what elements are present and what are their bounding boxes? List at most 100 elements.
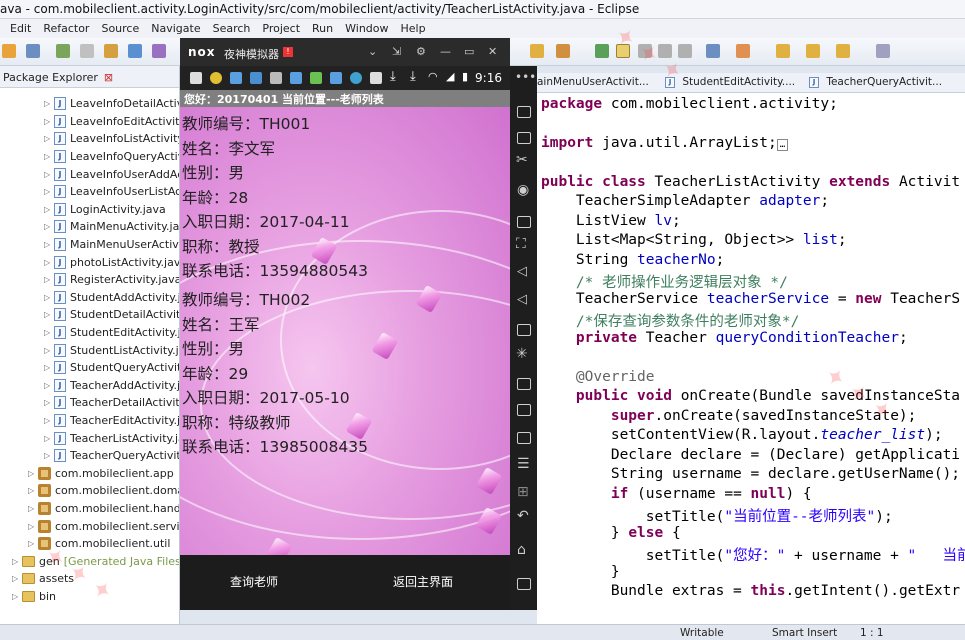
list-item[interactable]: 教师编号：TH001 姓名：李文军 性别：男 年龄：28 入职日期：2017-0…: [182, 112, 368, 284]
pin-icon[interactable]: ⇲: [392, 45, 401, 58]
tree-item-java-file[interactable]: ▷ J StudentQueryActivity.: [44, 359, 179, 377]
menu-edit[interactable]: Edit: [10, 22, 31, 35]
tree-item-package[interactable]: ▷ com.mobileclient.util: [28, 535, 170, 553]
toolbar-icon[interactable]: [595, 44, 609, 58]
expand-arrow-icon[interactable]: ▷: [44, 134, 54, 143]
expand-arrow-icon[interactable]: ▷: [44, 205, 54, 214]
expand-arrow-icon[interactable]: ▷: [44, 398, 54, 407]
toolbar-icon[interactable]: [128, 44, 142, 58]
editor-tab[interactable]: J TeacherQueryActivit...: [809, 76, 942, 88]
menu-source[interactable]: Source: [101, 22, 139, 35]
tree-item-java-file[interactable]: ▷ J LeaveInfoListActivity.: [44, 130, 179, 148]
close-icon[interactable]: ✕: [488, 45, 497, 58]
menu-project[interactable]: Project: [262, 22, 300, 35]
list-item[interactable]: 教师编号：TH002 姓名：王军 性别：男 年龄：29 入职日期：2017-05…: [182, 288, 368, 460]
tree-item-package[interactable]: ▷ com.mobileclient.app: [28, 465, 174, 483]
expand-arrow-icon[interactable]: ▷: [44, 293, 54, 302]
expand-arrow-icon[interactable]: ▷: [12, 557, 22, 566]
toolbar-icon[interactable]: [104, 44, 118, 58]
tree-item-java-file[interactable]: ▷ J TeacherEditActivity.ja: [44, 412, 179, 430]
toolbar-icon[interactable]: [706, 44, 720, 58]
controller-icon[interactable]: ⊞: [517, 484, 529, 500]
expand-arrow-icon[interactable]: ▷: [12, 592, 22, 601]
shake-icon[interactable]: [517, 106, 531, 118]
menu-run[interactable]: Run: [312, 22, 333, 35]
back-icon[interactable]: ↶: [517, 508, 529, 524]
expand-arrow-icon[interactable]: ▷: [44, 117, 54, 126]
expand-arrow-icon[interactable]: ▷: [28, 469, 38, 478]
tree-item-java-file[interactable]: ▷ J TeacherAddActivity.ja: [44, 377, 179, 395]
record-icon[interactable]: [517, 404, 531, 416]
fullscreen-icon[interactable]: ⛶: [516, 236, 526, 252]
gear-icon[interactable]: ⚙: [416, 45, 426, 58]
install-icon[interactable]: [517, 324, 531, 336]
expand-arrow-icon[interactable]: ▷: [28, 539, 38, 548]
dropdown-icon[interactable]: ⌄: [368, 45, 377, 58]
expand-arrow-icon[interactable]: ▷: [44, 152, 54, 161]
expand-arrow-icon[interactable]: ▷: [44, 240, 54, 249]
open-folder-icon[interactable]: [530, 44, 544, 58]
tree-item-gen-folder[interactable]: ▷ gen [Generated Java Files]: [12, 553, 179, 571]
menu-window[interactable]: Window: [345, 22, 388, 35]
expand-arrow-icon[interactable]: ▷: [44, 187, 54, 196]
expand-arrow-icon[interactable]: ▷: [28, 486, 38, 495]
tree-item-package[interactable]: ▷ com.mobileclient.domai: [28, 482, 179, 500]
expand-arrow-icon[interactable]: ▷: [44, 451, 54, 460]
screenshot-icon[interactable]: [517, 132, 531, 144]
forward-arrow-icon[interactable]: [836, 44, 850, 58]
editor-tab[interactable]: ainMenuUserActivit...: [537, 76, 649, 88]
loading-icon[interactable]: ✳: [516, 346, 528, 362]
package-explorer-tab[interactable]: Package Explorer ⊠: [0, 66, 179, 88]
return-main-button[interactable]: 返回主界面: [393, 573, 453, 590]
expand-arrow-icon[interactable]: ▷: [44, 99, 54, 108]
toolbar-icon[interactable]: [658, 44, 672, 58]
expand-arrow-icon[interactable]: ▷: [44, 363, 54, 372]
tree-item-java-file[interactable]: ▷ J MainMenuActivity.jav: [44, 218, 179, 236]
tree-item-package[interactable]: ▷ com.mobileclient.service: [28, 517, 179, 535]
scissors-icon[interactable]: ✂: [516, 152, 528, 168]
tree-item-assets-folder[interactable]: ▷ assets: [12, 570, 74, 588]
expand-arrow-icon[interactable]: ▷: [44, 258, 54, 267]
expand-arrow-icon[interactable]: ▷: [44, 222, 54, 231]
tree-item-java-file[interactable]: ▷ J LeaveInfoUserListAct: [44, 183, 179, 201]
expand-arrow-icon[interactable]: ▷: [44, 275, 54, 284]
tree-item-bin-folder[interactable]: ▷ bin: [12, 588, 56, 606]
tree-item-java-file[interactable]: ▷ J RegisterActivity.java: [44, 271, 179, 289]
tree-item-java-file[interactable]: ▷ J LeaveInfoEditActivity: [44, 113, 179, 131]
tree-item-java-file[interactable]: ▷ J StudentDetailActivity.: [44, 306, 179, 324]
expand-arrow-icon[interactable]: ▷: [44, 381, 54, 390]
tree-item-java-file[interactable]: ▷ J TeacherQueryActivity: [44, 447, 179, 465]
home-icon[interactable]: ⌂: [517, 542, 526, 558]
close-icon[interactable]: ⊠: [104, 71, 113, 84]
tree-item-java-file[interactable]: ▷ J LoginActivity.java: [44, 201, 166, 219]
keyboard-icon[interactable]: [517, 216, 531, 228]
menu-navigate[interactable]: Navigate: [151, 22, 200, 35]
expand-arrow-icon[interactable]: ▷: [44, 310, 54, 319]
toolbar-icon[interactable]: [736, 44, 750, 58]
toolbar-icon[interactable]: [556, 44, 570, 58]
expand-arrow-icon[interactable]: ▷: [12, 574, 22, 583]
toolbar-icon[interactable]: [2, 44, 16, 58]
code-editor[interactable]: package com.mobileclient.activity; impor…: [537, 93, 965, 624]
volume-up-icon[interactable]: ◁: [517, 264, 527, 279]
toolbar-icon[interactable]: [876, 44, 890, 58]
toolbar-icon[interactable]: [26, 44, 40, 58]
menu-refactor[interactable]: Refactor: [43, 22, 89, 35]
menu-help[interactable]: Help: [401, 22, 426, 35]
editor-tab[interactable]: J StudentEditActivity....: [665, 76, 795, 88]
multi-window-icon[interactable]: [517, 378, 531, 390]
expand-arrow-icon[interactable]: ▷: [44, 328, 54, 337]
tree-item-java-file[interactable]: ▷ J StudentListActivity.jav: [44, 341, 179, 359]
location-icon[interactable]: ◉: [517, 182, 529, 198]
recent-apps-icon[interactable]: [517, 578, 531, 590]
toolbar-icon[interactable]: [80, 44, 94, 58]
expand-arrow-icon[interactable]: ▷: [44, 170, 54, 179]
expand-arrow-icon[interactable]: ▷: [28, 504, 38, 513]
tree-item-java-file[interactable]: ▷ J StudentEditActivity.ja: [44, 324, 179, 342]
minimize-icon[interactable]: —: [440, 45, 451, 58]
toolbar-icon[interactable]: [56, 44, 70, 58]
maximize-icon[interactable]: ▭: [464, 45, 474, 58]
tree-item-java-file[interactable]: ▷ J TeacherDetailActivity.: [44, 394, 179, 412]
tree-item-java-file[interactable]: ▷ J LeaveInfoUserAddAc: [44, 165, 179, 183]
tree-item-java-file[interactable]: ▷ J StudentAddActivity.ja: [44, 289, 179, 307]
